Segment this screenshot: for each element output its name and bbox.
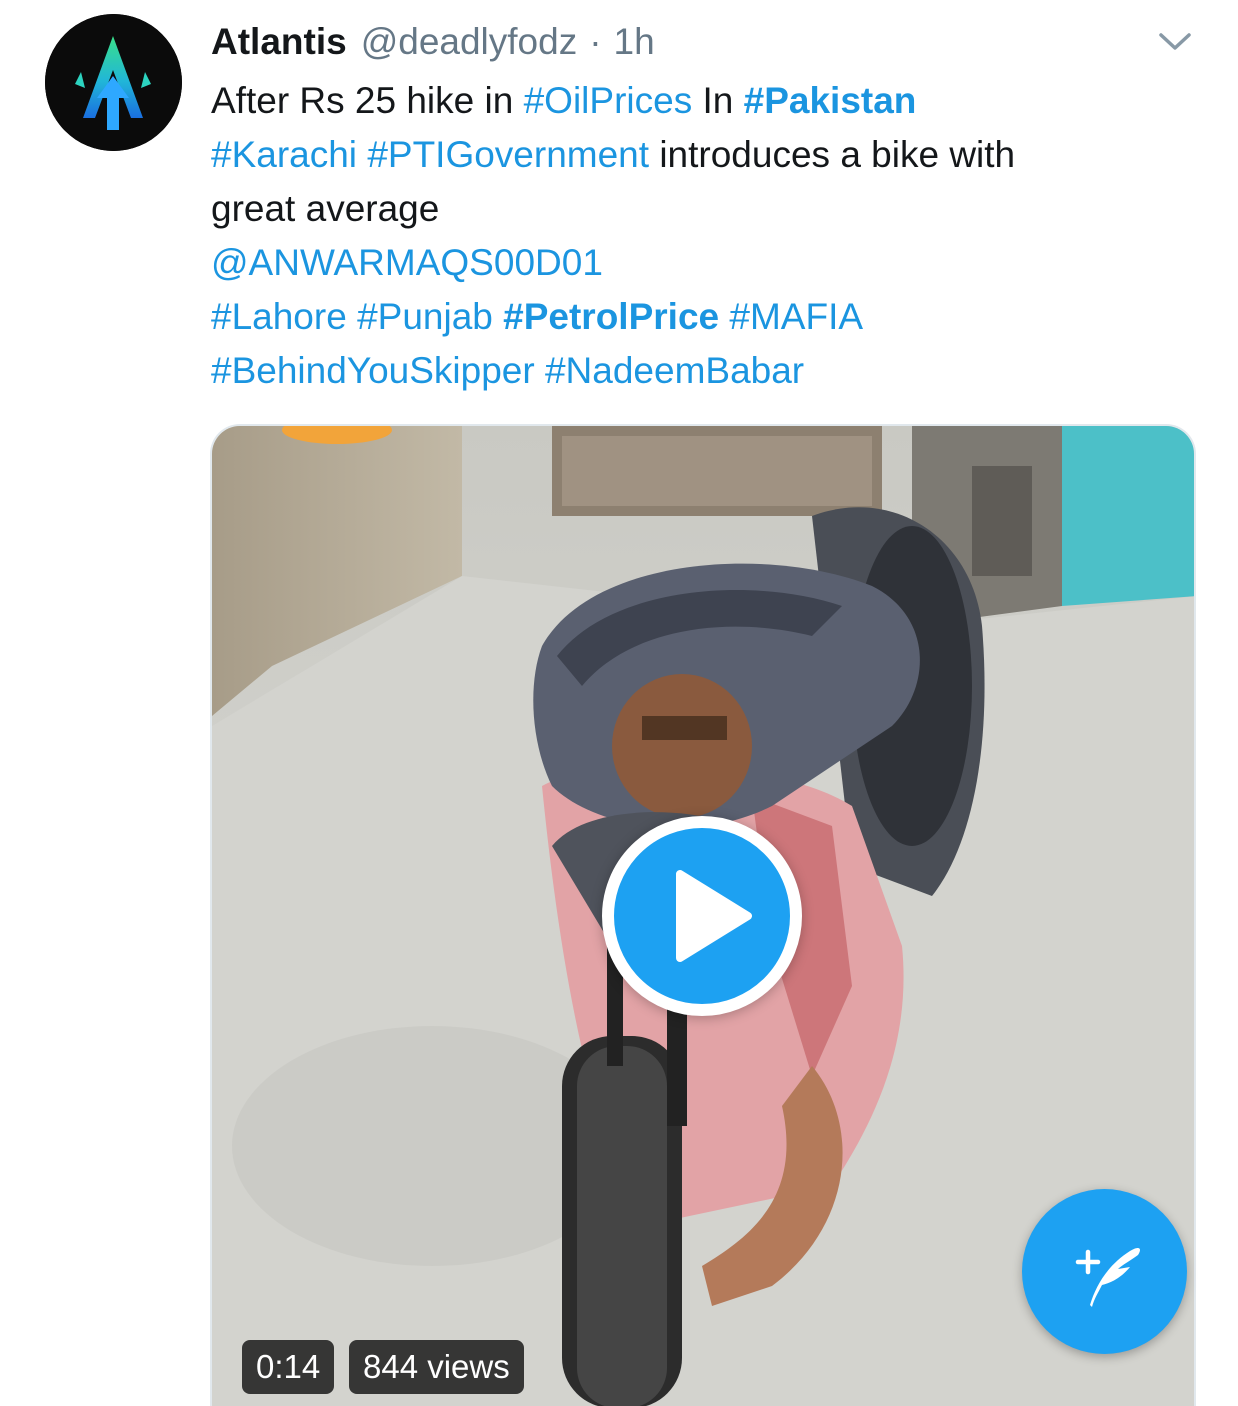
tweet-text-line: great average [211, 182, 1201, 236]
hashtag-lahore[interactable]: #Lahore [211, 296, 347, 337]
hashtag-mafia[interactable]: #MAFIA [729, 296, 863, 337]
text-segment: In [692, 80, 744, 121]
chevron-down-icon [1159, 33, 1191, 50]
author-avatar[interactable] [45, 14, 182, 151]
hashtag-oilprices[interactable]: #OilPrices [524, 80, 693, 121]
mention-link[interactable]: @ANWARMAQS00D01 [211, 242, 603, 283]
atlantis-logo-icon [45, 14, 182, 151]
tweet-text-line: #BehindYouSkipper #NadeemBabar [211, 344, 1201, 398]
text-segment: After Rs 25 hike in [211, 80, 524, 121]
hashtag-pakistan[interactable]: #Pakistan [744, 80, 917, 121]
tweet-text-line: After Rs 25 hike in #OilPrices In #Pakis… [211, 74, 1201, 128]
tweet-menu-button[interactable] [1155, 26, 1195, 56]
text-segment: introduces a bike with [649, 134, 1016, 175]
video-duration-badge: 0:14 [242, 1340, 335, 1394]
tweet-text-line: #Lahore #Punjab #PetrolPrice #MAFIA [211, 290, 1201, 344]
text-segment [357, 134, 367, 175]
hashtag-karachi[interactable]: #Karachi [211, 134, 357, 175]
hashtag-ptigovernment[interactable]: #PTIGovernment [367, 134, 649, 175]
hashtag-petrolprice[interactable]: #PetrolPrice [503, 296, 719, 337]
play-button[interactable] [602, 816, 802, 1016]
compose-tweet-button[interactable] [1022, 1189, 1187, 1354]
author-display-name[interactable]: Atlantis [211, 18, 347, 66]
author-handle[interactable]: @deadlyfodz [361, 18, 578, 66]
header-separator: · [589, 21, 602, 62]
hashtag-nadeembabar[interactable]: #NadeemBabar [545, 350, 804, 391]
video-views-badge: 844 views [349, 1340, 524, 1394]
hashtag-punjab[interactable]: #Punjab [357, 296, 493, 337]
play-icon [676, 870, 752, 962]
tweet-text: After Rs 25 hike in #OilPrices In #Pakis… [211, 74, 1201, 398]
tweet-header: Atlantis @deadlyfodz · 1h [211, 18, 655, 66]
tweet-timestamp[interactable]: 1h [614, 18, 655, 66]
text-segment: great average [211, 188, 440, 229]
tweet-text-line: @ANWARMAQS00D01 [211, 236, 1201, 290]
tweet-text-line: #Karachi #PTIGovernment introduces a bik… [211, 128, 1201, 182]
hashtag-behindyouskipper[interactable]: #BehindYouSkipper [211, 350, 535, 391]
compose-tweet-icon [1075, 1247, 1141, 1307]
